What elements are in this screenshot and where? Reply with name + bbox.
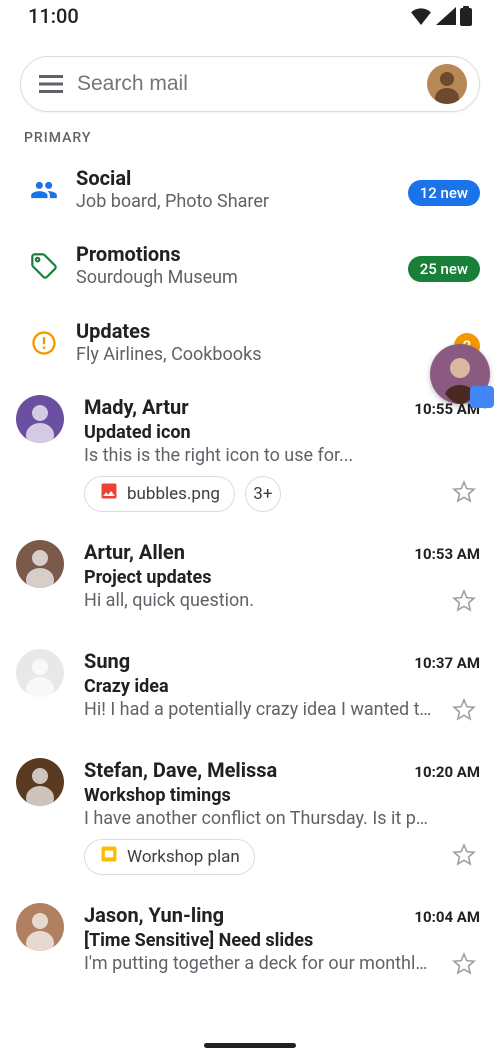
search-bar[interactable] [20,56,480,112]
promotions-icon [16,242,72,290]
hamburger-icon[interactable] [33,75,69,93]
mail-subject: Updated icon [84,422,480,443]
chip-label: Workshop plan [127,847,240,867]
sender-avatar[interactable] [16,395,64,443]
mail-subject: Project updates [84,567,480,588]
star-icon[interactable] [452,843,476,871]
chat-icon[interactable] [470,386,494,408]
category-promotions[interactable]: PromotionsSourdough Museum25 new [8,228,492,304]
sender-avatar[interactable] [16,649,64,697]
mail-snippet: I'm putting together a deck for our mont… [84,953,432,974]
mail-sender: Jason, Yun-ling [84,903,224,927]
category-social[interactable]: SocialJob board, Photo Sharer12 new [8,152,492,228]
section-label: PRIMARY [0,122,500,152]
mail-snippet: Hi all, quick question. [84,590,432,611]
attachment-chip[interactable]: Workshop plan [84,839,255,875]
mail-list: SocialJob board, Photo Sharer12 newPromo… [0,152,500,998]
mail-sender: Mady, Artur [84,395,189,419]
updates-icon [16,319,72,367]
sender-avatar[interactable] [16,758,64,806]
mail-sender: Stefan, Dave, Melissa [84,758,277,782]
battery-icon [460,6,472,26]
status-bar: 11:00 [0,0,500,32]
category-updates[interactable]: UpdatesFly Airlines, Cookbooks2 [8,305,492,381]
mail-row[interactable]: Artur, Allen 10:53 AM Project updatesHi al… [8,526,492,635]
mail-time: 10:04 AM [414,908,480,926]
star-icon[interactable] [452,589,476,617]
category-subtitle: Fly Airlines, Cookbooks [76,343,454,367]
clock: 11:00 [28,4,79,28]
sender-avatar[interactable] [16,903,64,951]
search-input[interactable] [77,72,427,96]
sender-avatar[interactable] [16,540,64,588]
mail-row[interactable]: Jason, Yun-ling 10:04 AM [Time Sensitive] … [8,889,492,998]
wifi-icon [410,7,432,25]
mail-row[interactable]: Sung 10:37 AM Crazy ideaHi! I had a potent… [8,635,492,744]
social-icon [16,166,72,214]
category-subtitle: Job board, Photo Sharer [76,190,408,214]
attachment-more-chip[interactable]: 3+ [245,476,281,512]
star-icon[interactable] [452,480,476,508]
mail-time: 10:20 AM [414,763,480,781]
mail-time: 10:37 AM [414,654,480,672]
category-subtitle: Sourdough Museum [76,266,408,290]
mail-sender: Sung [84,649,130,673]
star-icon[interactable] [452,952,476,980]
mail-sender: Artur, Allen [84,540,185,564]
chip-label: bubbles.png [127,484,220,504]
mail-row[interactable]: Mady, Artur10:55 AMUpdated iconIs this i… [8,381,492,526]
image-icon [99,481,119,506]
profile-avatar[interactable] [427,64,467,104]
mail-subject: [Time Sensitive] Need slides [84,930,480,951]
mail-snippet: Is this is the right icon to use for... [84,445,432,466]
mail-subject: Crazy idea [84,676,480,697]
category-title: Updates [76,319,454,343]
mail-time: 10:53 AM [414,545,480,563]
badge: 12 new [408,180,480,206]
mail-row[interactable]: Stefan, Dave, Melissa 10:20 AM Workshop ti… [8,744,492,889]
signal-icon [436,7,456,25]
category-title: Social [76,166,408,190]
badge: 25 new [408,256,480,282]
category-title: Promotions [76,242,408,266]
mail-snippet: I have another conflict on Thursday. Is … [84,808,432,829]
status-icons [410,6,472,26]
mail-snippet: Hi! I had a potentially crazy idea I wan… [84,699,432,720]
attachment-chip[interactable]: bubbles.png [84,476,235,512]
mail-subject: Workshop timings [84,785,480,806]
slides-icon [99,844,119,869]
home-indicator [204,1043,296,1048]
star-icon[interactable] [452,698,476,726]
